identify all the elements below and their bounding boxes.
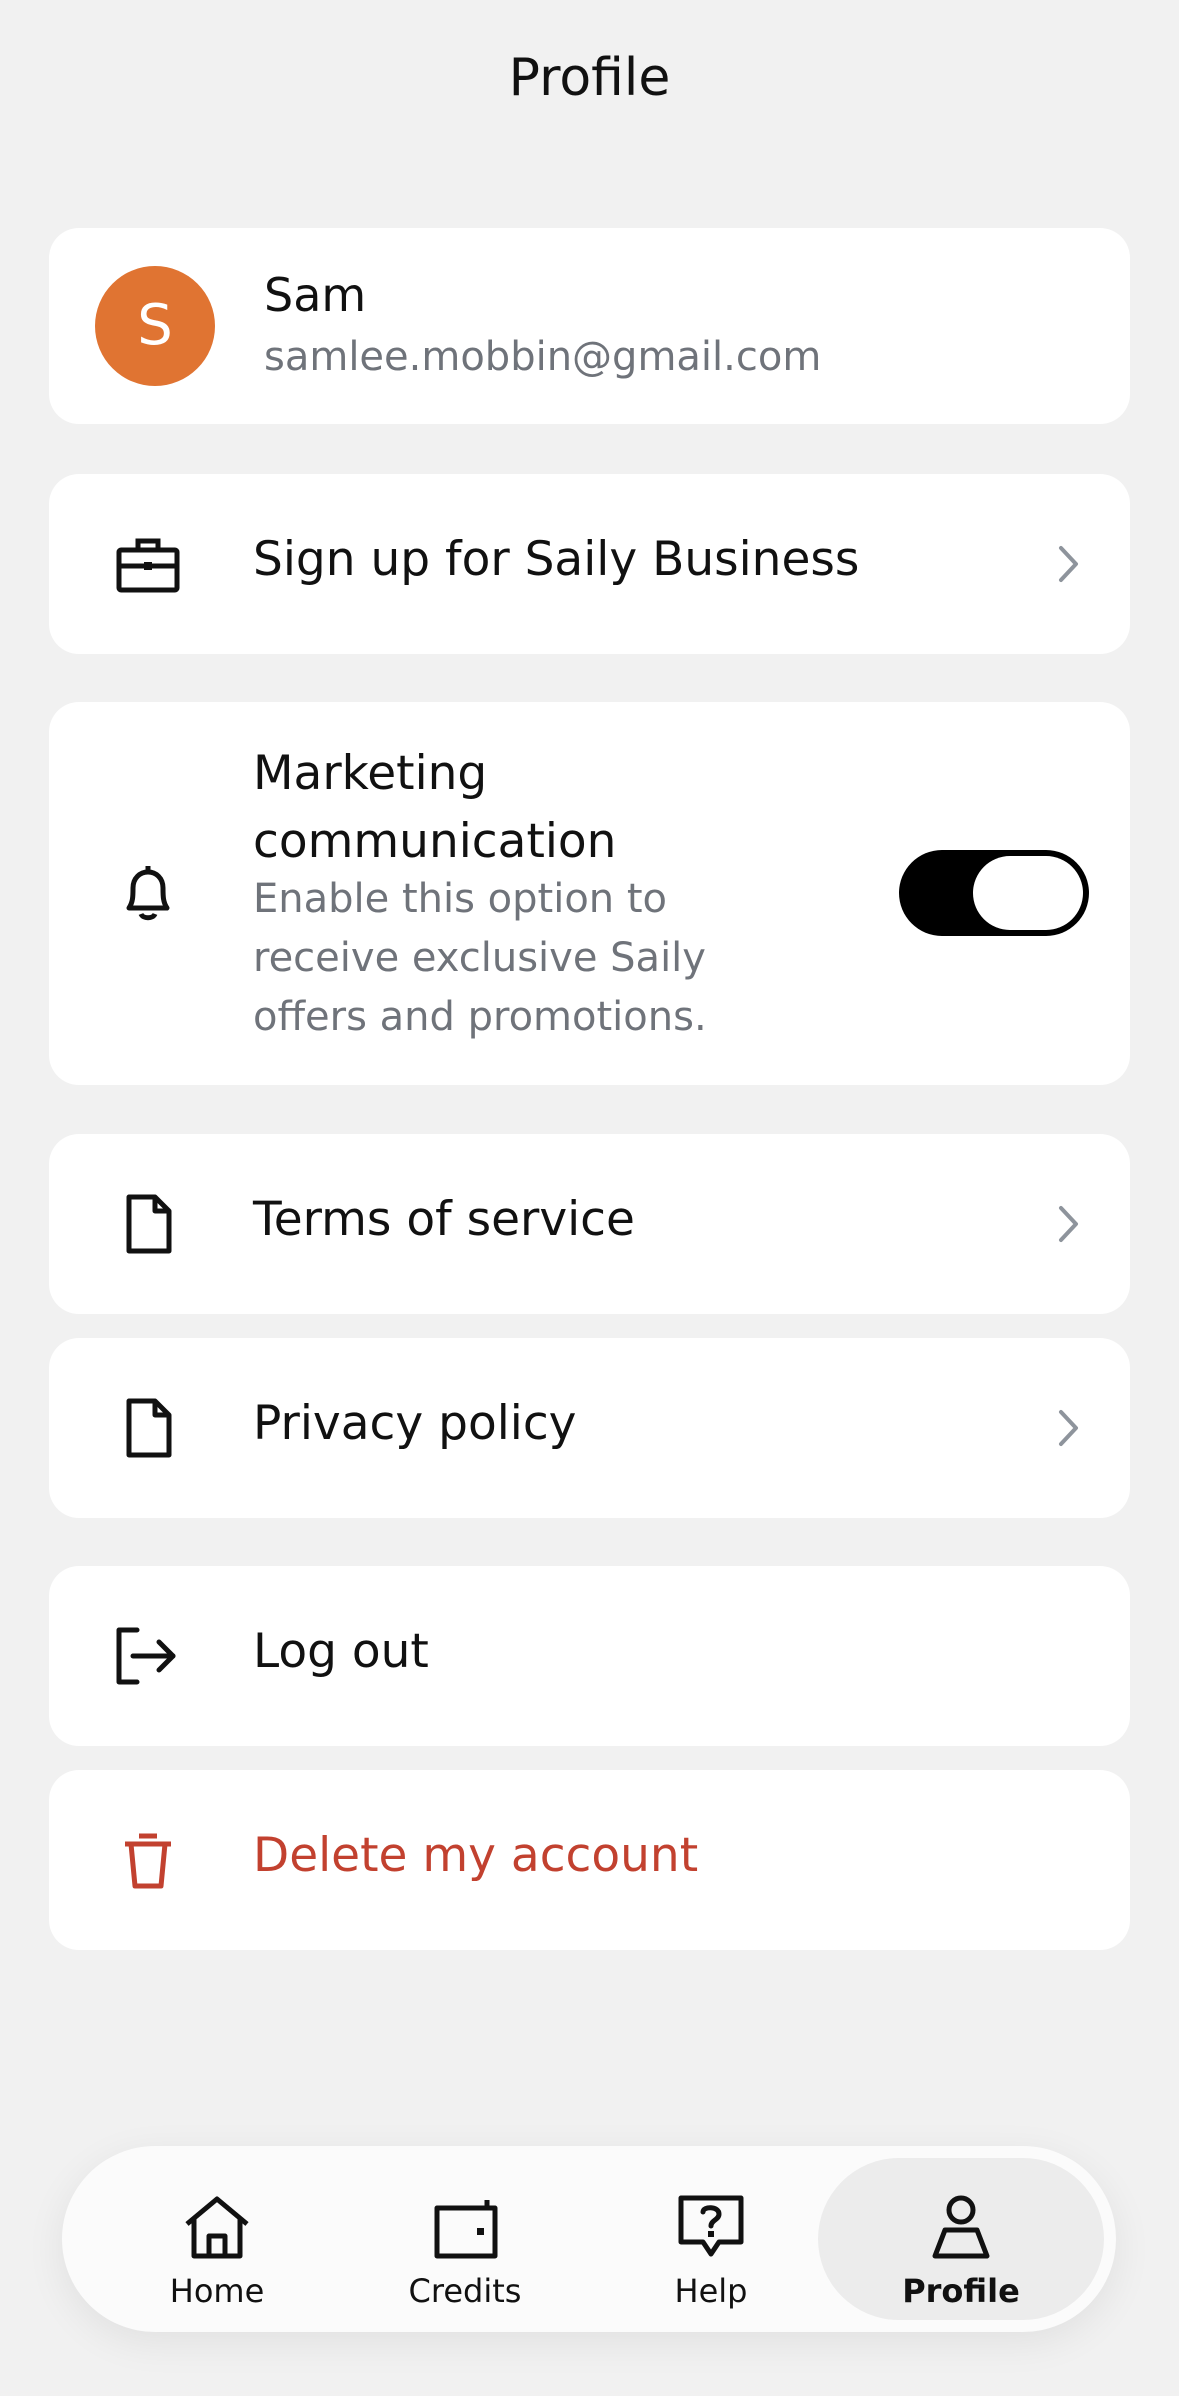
terms-of-service-item[interactable]: Terms of service [49, 1134, 1130, 1314]
marketing-toggle[interactable] [899, 850, 1089, 936]
marketing-description: Enable this option to receive exclusive … [253, 876, 707, 1040]
person-icon [925, 2194, 997, 2260]
privacy-policy-item[interactable]: Privacy policy [49, 1338, 1130, 1518]
tab-credits-label: Credits [408, 2272, 522, 2310]
tab-home[interactable]: Home [94, 2158, 340, 2320]
marketing-communication-item: Marketing communication Enable this opti… [49, 702, 1130, 1085]
trash-icon [115, 1830, 181, 1890]
privacy-policy-label: Privacy policy [253, 1396, 577, 1451]
business-signup-item[interactable]: Sign up for Saily Business [49, 474, 1130, 654]
wallet-icon [429, 2194, 501, 2260]
tab-credits[interactable]: Credits [342, 2158, 588, 2320]
chevron-right-icon [1046, 542, 1090, 586]
chevron-right-icon [1046, 1202, 1090, 1246]
briefcase-icon [115, 534, 181, 594]
logout-item[interactable]: Log out [49, 1566, 1130, 1746]
bell-icon [115, 862, 181, 922]
toggle-knob [973, 856, 1083, 930]
document-icon [115, 1398, 181, 1458]
delete-account-item[interactable]: Delete my account [49, 1770, 1130, 1950]
business-signup-label: Sign up for Saily Business [253, 532, 860, 587]
tab-help-label: Help [674, 2272, 748, 2310]
terms-of-service-label: Terms of service [253, 1192, 635, 1247]
tab-profile[interactable]: Profile [818, 2158, 1104, 2320]
bottom-tab-bar: Home Credits Help Profile [62, 2146, 1116, 2332]
delete-account-label: Delete my account [253, 1828, 699, 1883]
avatar: S [95, 266, 215, 386]
tab-profile-label: Profile [902, 2272, 1020, 2310]
tab-home-label: Home [169, 2272, 265, 2310]
logout-icon [115, 1626, 181, 1686]
tab-help[interactable]: Help [588, 2158, 834, 2320]
home-icon [181, 2194, 253, 2260]
document-icon [115, 1194, 181, 1254]
chevron-right-icon [1046, 1406, 1090, 1450]
page-title: Profile [508, 48, 671, 108]
logout-label: Log out [253, 1624, 429, 1679]
user-name: Sam [264, 268, 367, 322]
user-card: S Sam samlee.mobbin@gmail.com [49, 228, 1130, 424]
user-email: samlee.mobbin@gmail.com [264, 334, 822, 380]
help-icon [675, 2194, 747, 2260]
marketing-title: Marketing communication [253, 746, 617, 869]
